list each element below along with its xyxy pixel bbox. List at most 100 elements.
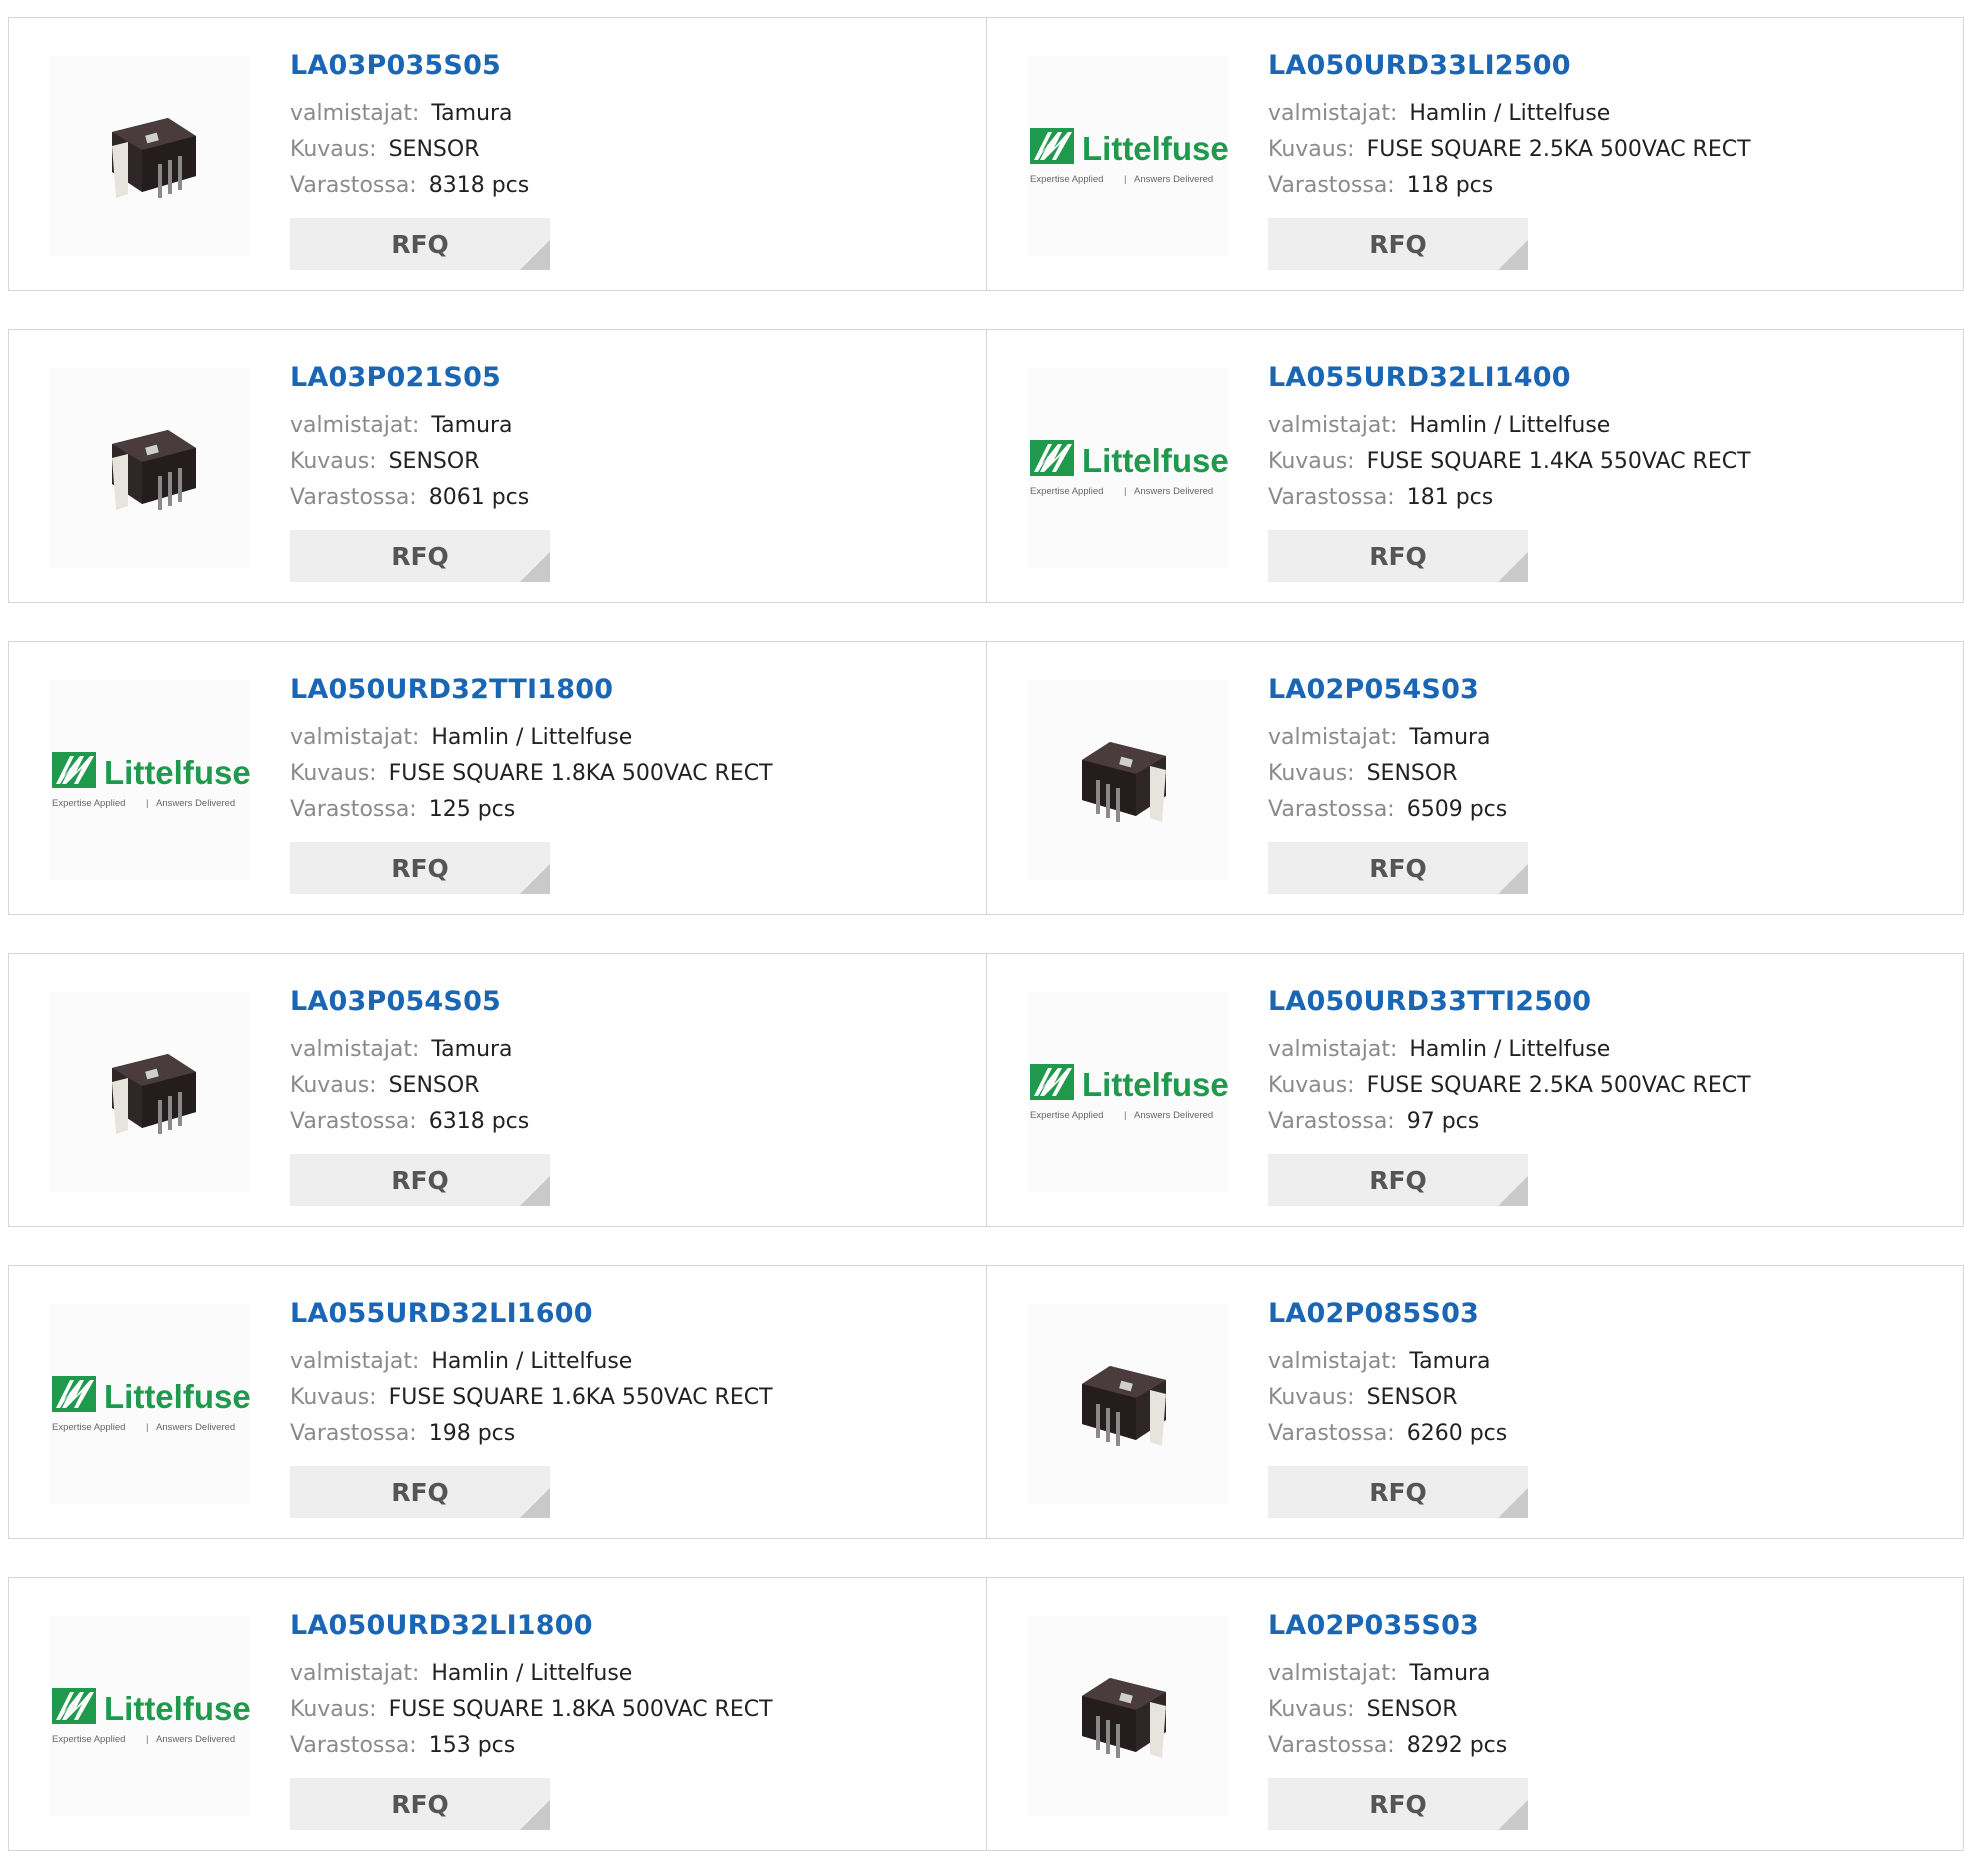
rfq-label: RFQ [1369, 1789, 1427, 1819]
logo-tagline-left: Expertise Applied [1030, 1110, 1103, 1121]
stock-label: Varastossa: [290, 1733, 417, 1758]
svg-text:|: | [1124, 1110, 1126, 1121]
logo-tagline-right: Answers Delivered [156, 1734, 235, 1745]
product-info: LA03P054S05 valmistajat: Tamura Kuvaus: SE… [290, 984, 550, 1206]
product-card: Littelfuse Expertise Applied | Answers D… [987, 954, 1964, 1226]
stock-line: Varastossa: 8292 pcs [1268, 1728, 1528, 1764]
stock-line: Varastossa: 181 pcs [1268, 480, 1751, 516]
product-row: LA03P021S05 valmistajat: Tamura Kuvaus: SE… [8, 329, 1964, 603]
corner-triangle-icon [1498, 552, 1528, 582]
part-number-link[interactable]: LA02P085S03 [1268, 1296, 1528, 1332]
rfq-button[interactable]: RFQ [1268, 1154, 1528, 1206]
stock-value: 6509 pcs [1406, 797, 1508, 822]
stock-label: Varastossa: [1268, 1109, 1395, 1134]
corner-triangle-icon [1498, 240, 1528, 270]
product-card: LA02P054S03 valmistajat: Tamura Kuvaus: SE… [987, 642, 1964, 914]
part-number-link[interactable]: LA03P035S05 [290, 48, 550, 84]
manufacturer-value: Hamlin / Littelfuse [1409, 101, 1611, 126]
description-line: Kuvaus: SENSOR [290, 1068, 550, 1104]
corner-triangle-icon [1498, 864, 1528, 894]
rfq-label: RFQ [1369, 1165, 1427, 1195]
product-image[interactable] [50, 56, 250, 256]
product-image[interactable]: Littelfuse Expertise Applied | Answers D… [1028, 56, 1229, 256]
description-line: Kuvaus: SENSOR [1268, 1380, 1528, 1416]
stock-label: Varastossa: [290, 1421, 417, 1446]
product-image[interactable]: Littelfuse Expertise Applied | Answers D… [1028, 368, 1229, 568]
logo-brand: Littelfuse [1082, 130, 1228, 167]
corner-triangle-icon [520, 552, 550, 582]
rfq-label: RFQ [391, 1789, 449, 1819]
rfq-button[interactable]: RFQ [1268, 1778, 1528, 1830]
stock-line: Varastossa: 6509 pcs [1268, 792, 1528, 828]
part-number-link[interactable]: LA050URD33TTI2500 [1268, 984, 1751, 1020]
product-image[interactable] [1028, 1304, 1228, 1504]
description-value: FUSE SQUARE 1.6KA 550VAC RECT [388, 1385, 773, 1410]
description-line: Kuvaus: FUSE SQUARE 1.8KA 500VAC RECT [290, 1692, 773, 1728]
rfq-button[interactable]: RFQ [290, 218, 550, 270]
part-number-link[interactable]: LA050URD32TTI1800 [290, 672, 773, 708]
product-info: LA055URD32LI1400 valmistajat: Hamlin / Li… [1268, 360, 1751, 582]
part-number-link[interactable]: LA055URD32LI1600 [290, 1296, 773, 1332]
product-image[interactable] [50, 992, 250, 1192]
part-number-link[interactable]: LA050URD33LI2500 [1268, 48, 1751, 84]
rfq-button[interactable]: RFQ [1268, 218, 1528, 270]
manufacturer-line: valmistajat: Tamura [290, 408, 550, 444]
manufacturer-label: valmistajat: [290, 1349, 420, 1374]
product-image[interactable] [1028, 1616, 1228, 1816]
part-number-link[interactable]: LA03P054S05 [290, 984, 550, 1020]
description-label: Kuvaus: [1268, 449, 1355, 474]
product-image[interactable]: Littelfuse Expertise Applied | Answers D… [1028, 992, 1229, 1192]
part-number-link[interactable]: LA03P021S05 [290, 360, 550, 396]
manufacturer-value: Hamlin / Littelfuse [431, 1349, 633, 1374]
product-card: Littelfuse Expertise Applied | Answers D… [987, 18, 1964, 290]
littelfuse-logo-icon: Littelfuse Expertise Applied | Answers D… [1028, 120, 1229, 190]
part-number-link[interactable]: LA02P035S03 [1268, 1608, 1528, 1644]
part-number-link[interactable]: LA055URD32LI1400 [1268, 360, 1751, 396]
manufacturer-line: valmistajat: Tamura [290, 96, 550, 132]
logo-brand: Littelfuse [104, 1378, 250, 1415]
manufacturer-value: Hamlin / Littelfuse [431, 725, 633, 750]
tamura-sensor-icon [1082, 1678, 1166, 1758]
description-label: Kuvaus: [1268, 761, 1355, 786]
manufacturer-label: valmistajat: [290, 1661, 420, 1686]
manufacturer-line: valmistajat: Tamura [1268, 1656, 1528, 1692]
part-number-link[interactable]: LA02P054S03 [1268, 672, 1528, 708]
description-line: Kuvaus: SENSOR [1268, 1692, 1528, 1728]
rfq-label: RFQ [1369, 541, 1427, 571]
rfq-button[interactable]: RFQ [290, 1778, 550, 1830]
manufacturer-label: valmistajat: [1268, 413, 1398, 438]
description-label: Kuvaus: [1268, 1385, 1355, 1410]
corner-triangle-icon [1498, 1800, 1528, 1830]
corner-triangle-icon [1498, 1176, 1528, 1206]
stock-line: Varastossa: 153 pcs [290, 1728, 773, 1764]
product-image[interactable] [50, 368, 250, 568]
manufacturer-label: valmistajat: [1268, 725, 1398, 750]
manufacturer-value: Tamura [431, 413, 513, 438]
manufacturer-line: valmistajat: Hamlin / Littelfuse [290, 1344, 773, 1380]
svg-text:|: | [146, 1422, 148, 1433]
rfq-button[interactable]: RFQ [290, 1154, 550, 1206]
manufacturer-value: Tamura [1409, 1661, 1491, 1686]
description-line: Kuvaus: FUSE SQUARE 2.5KA 500VAC RECT [1268, 132, 1751, 168]
rfq-button[interactable]: RFQ [1268, 842, 1528, 894]
logo-brand: Littelfuse [1082, 1066, 1228, 1103]
corner-triangle-icon [520, 1488, 550, 1518]
product-image[interactable] [1028, 680, 1228, 880]
rfq-button[interactable]: RFQ [290, 530, 550, 582]
stock-label: Varastossa: [290, 1109, 417, 1134]
rfq-button[interactable]: RFQ [1268, 1466, 1528, 1518]
rfq-label: RFQ [391, 541, 449, 571]
product-image[interactable]: Littelfuse Expertise Applied | Answers D… [50, 680, 251, 880]
part-number-link[interactable]: LA050URD32LI1800 [290, 1608, 773, 1644]
product-image[interactable]: Littelfuse Expertise Applied | Answers D… [50, 1616, 251, 1816]
product-card: Littelfuse Expertise Applied | Answers D… [987, 330, 1964, 602]
rfq-button[interactable]: RFQ [290, 842, 550, 894]
description-label: Kuvaus: [290, 1073, 377, 1098]
product-image[interactable]: Littelfuse Expertise Applied | Answers D… [50, 1304, 251, 1504]
rfq-button[interactable]: RFQ [290, 1466, 550, 1518]
stock-line: Varastossa: 125 pcs [290, 792, 773, 828]
svg-text:|: | [1124, 174, 1126, 185]
manufacturer-line: valmistajat: Tamura [290, 1032, 550, 1068]
rfq-button[interactable]: RFQ [1268, 530, 1528, 582]
tamura-sensor-icon [112, 1054, 196, 1134]
